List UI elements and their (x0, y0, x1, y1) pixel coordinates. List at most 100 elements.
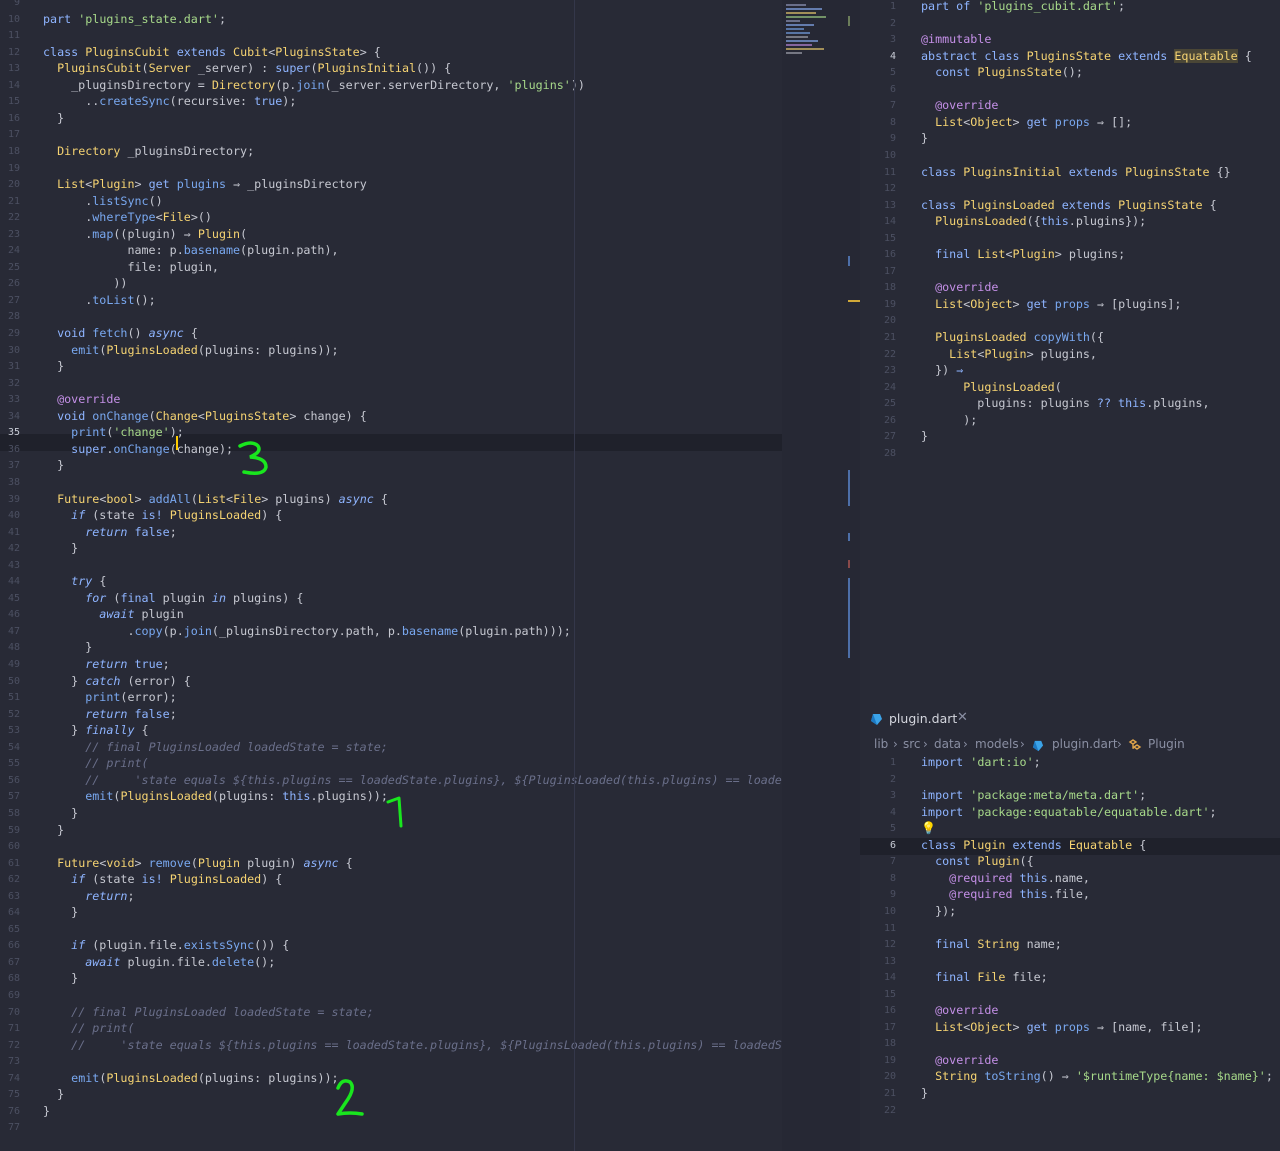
code-line[interactable]: @override (921, 98, 998, 112)
code-line[interactable]: print('change'); (43, 425, 184, 439)
code-line[interactable]: import 'package:meta/meta.dart'; (921, 788, 1146, 802)
code-line[interactable]: } (43, 1087, 64, 1101)
code-line[interactable]: @required this.name, (921, 871, 1090, 885)
breadcrumb-item[interactable]: data (934, 737, 961, 751)
code-line[interactable]: _pluginsDirectory = Directory(p.join(_se… (43, 78, 585, 92)
code-line[interactable]: .map((plugin) ⇒ Plugin( (43, 227, 247, 241)
code-line[interactable]: } (43, 823, 64, 837)
code-line[interactable]: )) (43, 276, 127, 290)
code-line[interactable]: Future<void> remove(Plugin plugin) async… (43, 856, 353, 870)
code-line[interactable]: // final PluginsLoaded loadedState = sta… (43, 740, 388, 754)
code-line[interactable]: return true; (43, 657, 169, 671)
code-line[interactable]: List<Plugin> get plugins ⇒ _pluginsDirec… (43, 177, 367, 191)
code-line[interactable]: List<Object> get props ⇒ [plugins]; (921, 297, 1181, 311)
code-line[interactable]: final String name; (921, 937, 1062, 951)
code-line[interactable]: return false; (43, 707, 177, 721)
breadcrumb-item[interactable]: plugin.dart (1052, 737, 1118, 751)
code-line[interactable]: } (921, 131, 928, 145)
code-line[interactable]: const Plugin({ (921, 854, 1034, 868)
breadcrumb-item[interactable]: lib (874, 737, 888, 751)
code-line[interactable]: // print( (43, 756, 148, 770)
code-line[interactable]: class PluginsInitial extends PluginsStat… (921, 165, 1231, 179)
code-line[interactable]: print(error); (43, 690, 176, 704)
tab-plugin-dart[interactable]: plugin.dart ✕ (860, 706, 1280, 733)
code-line[interactable]: const PluginsState(); (921, 65, 1083, 79)
code-line[interactable]: abstract class PluginsState extends Equa… (921, 48, 1252, 63)
code-line[interactable]: PluginsLoaded({this.plugins}); (921, 214, 1146, 228)
right-bottom-editor-pane[interactable]: plugin.dart ✕ lib › src › data › models … (860, 706, 1280, 1151)
code-line[interactable]: super.onChange(change); (43, 442, 233, 456)
code-line[interactable]: @immutable (921, 32, 991, 46)
breadcrumb-item[interactable]: models (975, 737, 1019, 751)
code-line[interactable]: } (43, 971, 78, 985)
code-line[interactable]: file: plugin, (43, 260, 218, 274)
code-line[interactable]: PluginsLoaded( (921, 380, 1062, 394)
code-line[interactable]: .copy(p.join(_pluginsDirectory.path, p.b… (43, 624, 570, 638)
breadcrumb-item[interactable]: Plugin (1148, 737, 1185, 751)
code-line[interactable]: List<Object> get props ⇒ []; (921, 115, 1132, 129)
right-top-editor-pane[interactable]: 1 part of 'plugins_cubit.dart'; 2 3 @immutab… (860, 0, 1280, 706)
code-line[interactable]: name: p.basename(plugin.path), (43, 243, 338, 257)
breadcrumb-item[interactable]: src (903, 737, 921, 751)
code-line[interactable]: } catch (error) { (43, 674, 191, 688)
code-line[interactable]: class PluginsCubit extends Cubit<Plugins… (43, 45, 381, 59)
left-editor-pane[interactable]: 9 10 part 'plugins_state.dart'; 11 12 class P… (0, 0, 782, 1151)
code-line[interactable]: for (final plugin in plugins) { (43, 591, 303, 605)
code-line[interactable]: try { (43, 574, 106, 588)
code-line[interactable]: // 'state equals ${this.plugins == loade… (43, 1038, 782, 1052)
code-line[interactable]: void onChange(Change<PluginsState> chang… (43, 409, 367, 423)
code-line[interactable]: import 'package:equatable/equatable.dart… (921, 805, 1217, 819)
code-line[interactable]: } (43, 111, 64, 125)
code-line[interactable]: } (43, 1104, 50, 1118)
code-line[interactable]: return; (43, 889, 134, 903)
code-line[interactable]: // print( (43, 1021, 134, 1035)
code-line[interactable]: List<Object> get props ⇒ [name, file]; (921, 1020, 1202, 1034)
code-line[interactable]: .whereType<File>() (43, 210, 212, 224)
lightbulb-icon[interactable]: 💡 (921, 821, 936, 835)
code-line[interactable]: await plugin (43, 607, 183, 621)
code-line[interactable]: String toString() ⇒ '$runtimeType{name: … (921, 1069, 1273, 1083)
code-line[interactable]: }) ⇒ (921, 363, 963, 377)
code-line[interactable]: @required this.file, (921, 887, 1090, 901)
code-line[interactable]: } (43, 640, 92, 654)
code-line[interactable]: } (921, 1086, 928, 1100)
code-line[interactable]: }); (921, 904, 956, 918)
code-line[interactable]: if (plugin.file.existsSync()) { (43, 938, 289, 952)
code-line[interactable]: void fetch() async { (43, 326, 198, 340)
code-line[interactable]: // final PluginsLoaded loadedState = sta… (43, 1005, 374, 1019)
code-line[interactable]: } (921, 429, 928, 443)
code-line[interactable]: return false; (43, 525, 177, 539)
code-line[interactable]: Future<bool> addAll(List<File> plugins) … (43, 492, 388, 506)
code-line[interactable]: } (43, 905, 78, 919)
code-line[interactable]: @override (921, 1003, 998, 1017)
code-line[interactable]: @override (921, 280, 998, 294)
code-line[interactable]: if (state is! PluginsLoaded) { (43, 872, 282, 886)
code-line[interactable]: .listSync() (43, 194, 162, 208)
code-line[interactable]: } finally { (43, 723, 148, 737)
code-line[interactable]: } (43, 359, 64, 373)
code-line[interactable]: class PluginsLoaded extends PluginsState… (921, 198, 1217, 212)
code-line[interactable]: emit(PluginsLoaded(plugins: plugins)); (43, 1071, 338, 1085)
code-line[interactable]: } (43, 458, 64, 472)
code-line[interactable]: @override (43, 392, 120, 406)
code-line[interactable]: import 'dart:io'; (921, 755, 1041, 769)
code-line[interactable]: emit(PluginsLoaded(plugins: this.plugins… (43, 789, 388, 803)
code-line[interactable]: class Plugin extends Equatable { (921, 838, 1146, 852)
code-line[interactable]: List<Plugin> plugins, (921, 347, 1097, 361)
code-line[interactable]: plugins: plugins ?? this.plugins, (921, 396, 1209, 410)
minimap[interactable] (782, 0, 860, 1151)
code-line[interactable]: // 'state equals ${this.plugins == loade… (43, 773, 782, 787)
code-line[interactable]: .toList(); (43, 293, 155, 307)
code-line[interactable]: part of 'plugins_cubit.dart'; (921, 0, 1125, 13)
code-line[interactable]: PluginsCubit(Server _server) : super(Plu… (43, 61, 451, 75)
code-line[interactable]: ..createSync(recursive: true); (43, 94, 296, 108)
code-line[interactable]: part 'plugins_state.dart'; (43, 12, 226, 26)
code-line[interactable]: final File file; (921, 970, 1048, 984)
code-line[interactable]: emit(PluginsLoaded(plugins: plugins)); (43, 343, 338, 357)
code-line[interactable]: } (43, 806, 78, 820)
code-line[interactable]: Directory _pluginsDirectory; (43, 144, 254, 158)
code-line[interactable]: } (43, 541, 78, 555)
code-line[interactable]: ); (921, 413, 977, 427)
code-line[interactable]: PluginsLoaded copyWith({ (921, 330, 1104, 344)
code-line[interactable]: @override (921, 1053, 998, 1067)
